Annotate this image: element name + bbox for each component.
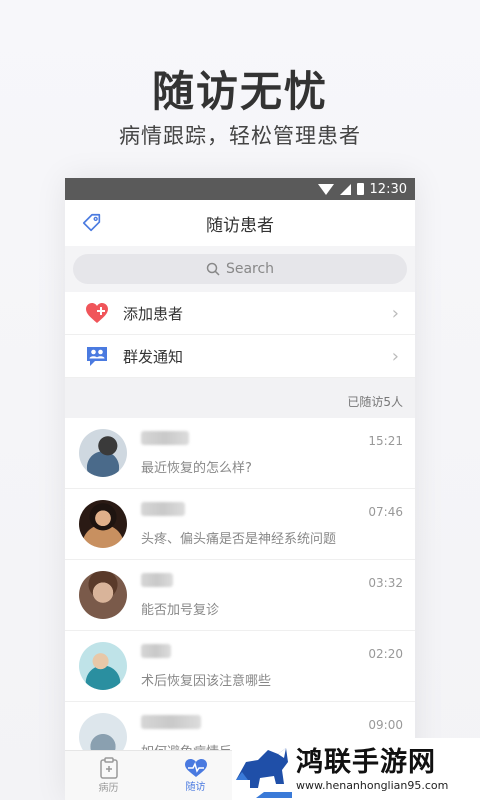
tab-label: 随访 xyxy=(185,782,206,793)
search-input[interactable]: Search xyxy=(73,254,407,284)
message-time: 07:46 xyxy=(368,505,403,519)
page-title: 随访患者 xyxy=(206,215,274,236)
heart-pulse-icon xyxy=(184,759,207,777)
list-item[interactable]: 术后恢复因该注意哪些 02:20 xyxy=(65,631,415,702)
avatar xyxy=(79,571,127,619)
message-time: 02:20 xyxy=(368,647,403,661)
last-message: 术后恢复因该注意哪些 xyxy=(141,673,272,689)
patient-name-blurred xyxy=(141,430,189,445)
last-message: 头疼、偏头痛是否是神经系统问题 xyxy=(141,531,337,547)
watermark-title: 鸿联手游网 xyxy=(296,746,436,778)
avatar xyxy=(79,429,127,477)
menu-label-add-patient: 添加患者 xyxy=(123,304,184,323)
message-time: 09:00 xyxy=(368,718,403,732)
followup-count-bar: 已随访5人 xyxy=(65,378,415,418)
patient-name-blurred xyxy=(141,643,171,658)
last-message: 能否加号复诊 xyxy=(141,602,220,618)
battery-icon xyxy=(356,183,364,195)
search-container: Search xyxy=(65,246,415,292)
list-item[interactable]: 能否加号复诊 03:32 xyxy=(65,560,415,631)
phone-screen: 12:30 随访患者 Search 添加患者 › 群发通知 › 已随访5人 最近… xyxy=(65,178,415,800)
patient-list: 最近恢复的怎么样? 15:21 头疼、偏头痛是否是神经系统问题 07:46 能否… xyxy=(65,418,415,773)
status-bar: 12:30 xyxy=(65,178,415,200)
list-item[interactable]: 最近恢复的怎么样? 15:21 xyxy=(65,418,415,489)
message-time: 15:21 xyxy=(368,434,403,448)
status-time: 12:30 xyxy=(369,181,407,197)
app-header: 随访患者 xyxy=(65,200,415,246)
watermark-url: www.henanhonglian95.com xyxy=(296,778,449,792)
message-time: 03:32 xyxy=(368,576,403,590)
group-notify-icon xyxy=(87,347,107,366)
tab-followup[interactable]: 随访 xyxy=(152,751,239,800)
patient-name-blurred xyxy=(141,572,173,587)
clipboard-icon xyxy=(99,757,118,779)
search-placeholder: Search xyxy=(225,261,275,277)
search-icon xyxy=(206,262,220,276)
avatar xyxy=(79,642,127,690)
chevron-right-icon: › xyxy=(391,302,399,324)
wifi-icon xyxy=(317,183,334,195)
followup-count: 已随访5人 xyxy=(347,395,403,409)
watermark: 鸿联手游网 www.henanhonglian95.com xyxy=(232,738,480,800)
bison-logo-icon xyxy=(236,748,292,798)
promo-subtitle: 病情跟踪，轻松管理患者 xyxy=(119,124,361,148)
signal-icon xyxy=(339,183,351,195)
tab-medical-records[interactable]: 病历 xyxy=(65,751,152,800)
menu-group-notify[interactable]: 群发通知 › xyxy=(65,335,415,378)
heart-plus-icon xyxy=(86,303,108,323)
tag-icon[interactable] xyxy=(81,212,103,234)
avatar xyxy=(79,500,127,548)
last-message: 最近恢复的怎么样? xyxy=(141,460,252,476)
patient-name-blurred xyxy=(141,714,201,729)
promo-title: 随访无忧 xyxy=(151,67,328,116)
menu-add-patient[interactable]: 添加患者 › xyxy=(65,292,415,335)
tab-label: 病历 xyxy=(98,783,119,794)
list-item[interactable]: 头疼、偏头痛是否是神经系统问题 07:46 xyxy=(65,489,415,560)
menu-label-group-notify: 群发通知 xyxy=(123,347,184,366)
patient-name-blurred xyxy=(141,501,185,516)
chevron-right-icon: › xyxy=(391,345,399,367)
